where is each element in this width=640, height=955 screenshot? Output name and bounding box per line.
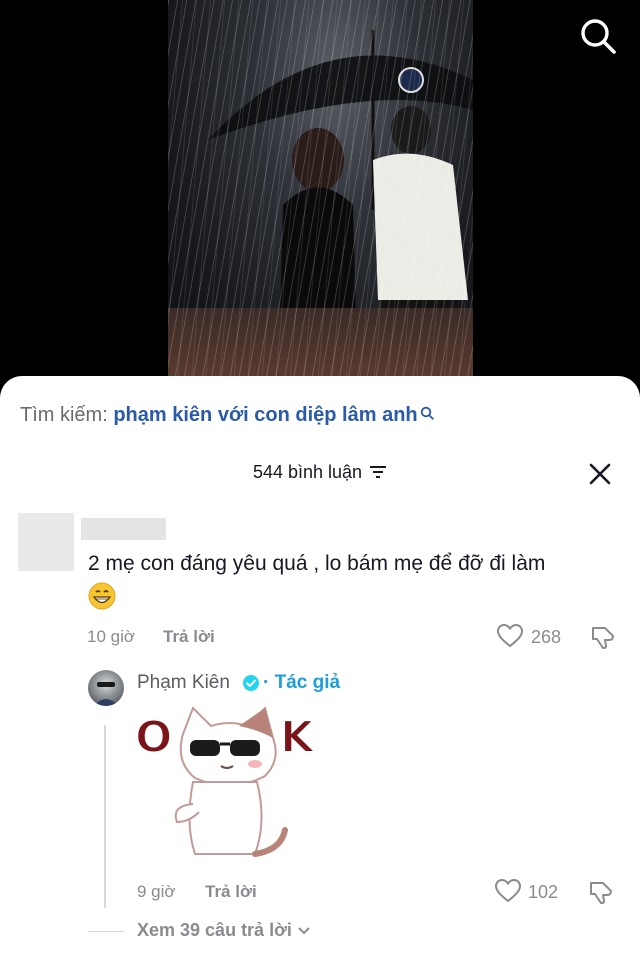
comments-sheet: Tìm kiếm: phạm kiên với con diệp lâm anh… bbox=[0, 376, 640, 955]
view-more-replies[interactable]: Xem 39 câu trả lời bbox=[137, 920, 311, 941]
heart-icon[interactable] bbox=[494, 878, 522, 908]
sticker-letter-o: O bbox=[135, 712, 172, 763]
reply-author-name[interactable]: Phạm Kiên bbox=[137, 672, 230, 694]
close-icon[interactable] bbox=[586, 460, 614, 488]
reply-button[interactable]: Trả lời bbox=[163, 627, 215, 647]
search-query-link[interactable]: phạm kiên với con diệp lâm anh bbox=[113, 404, 417, 426]
video-player[interactable] bbox=[0, 0, 640, 400]
view-more-divider bbox=[88, 931, 124, 932]
dislike-icon[interactable] bbox=[588, 879, 614, 910]
grinning-face-emoji-icon bbox=[88, 582, 116, 610]
author-tag-dot: · bbox=[263, 672, 270, 693]
search-prefix: Tìm kiếm: bbox=[20, 404, 108, 426]
comment-count-header[interactable]: 544 bình luận bbox=[0, 461, 640, 483]
thread-line bbox=[104, 725, 106, 908]
comment-time: 10 giờ bbox=[87, 627, 136, 646]
reply-time: 9 giờ bbox=[137, 882, 176, 901]
view-more-label: Xem 39 câu trả lời bbox=[137, 920, 292, 940]
reply-like-count: 102 bbox=[528, 882, 559, 902]
reply-author-avatar[interactable] bbox=[88, 670, 124, 706]
search-icon[interactable] bbox=[578, 16, 618, 56]
author-tag-label: Tác giả bbox=[274, 672, 341, 693]
comment-count: 544 bình luận bbox=[252, 461, 363, 482]
chevron-down-icon bbox=[298, 927, 310, 935]
heart-icon[interactable] bbox=[496, 623, 524, 653]
video-frame[interactable] bbox=[168, 0, 473, 378]
search-suggestion[interactable]: Tìm kiếm: phạm kiên với con diệp lâm anh bbox=[20, 404, 434, 427]
author-tag: · Tác giả bbox=[263, 672, 340, 694]
ok-cat-sticker[interactable]: O K bbox=[134, 704, 325, 866]
verified-badge-icon bbox=[242, 674, 260, 697]
reply-reply-button[interactable]: Trả lời bbox=[205, 882, 257, 902]
dislike-icon[interactable] bbox=[590, 624, 616, 655]
like-count: 268 bbox=[531, 627, 562, 647]
sticker-letter-k: K bbox=[280, 712, 316, 763]
commenter-name-redacted[interactable] bbox=[81, 518, 166, 540]
comment-text: 2 mẹ con đáng yêu quá , lo bám mẹ để đỡ … bbox=[88, 552, 546, 575]
search-small-icon bbox=[420, 406, 434, 420]
filter-icon[interactable] bbox=[369, 465, 387, 479]
commenter-avatar[interactable] bbox=[18, 513, 74, 571]
